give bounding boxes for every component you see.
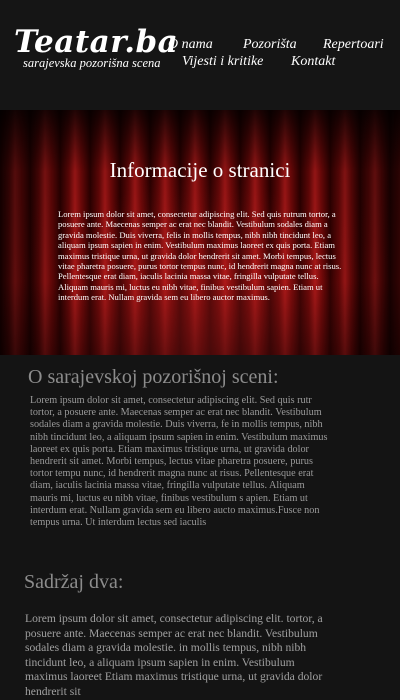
site-logo[interactable]: Teatar.ba sarajevska pozorišna scena — [14, 24, 179, 71]
nav-link-kontakt[interactable]: Kontakt — [291, 54, 335, 70]
site-header: Teatar.ba sarajevska pozorišna scena O n… — [0, 0, 400, 110]
hero-title: Informacije o stranici — [109, 158, 291, 182]
logo-subtitle: sarajevska pozorišna scena — [23, 56, 161, 70]
nav-link-repertoari[interactable]: Repertoari — [323, 37, 384, 53]
section1-text: Lorem ipsum dolor sit amet, consectetur … — [30, 395, 328, 529]
hero-banner: Informacije o stranici Lorem ipsum dolor… — [0, 110, 400, 355]
nav-link-o-nama[interactable]: O nama — [168, 37, 213, 53]
section2-title: Sadržaj dva: — [24, 571, 124, 593]
logo-title: Teatar.ba — [14, 24, 179, 60]
hero-text: Lorem ipsum dolor sit amet, consectetur … — [58, 209, 342, 303]
section1-title: O sarajevskoj pozorišnoj sceni: — [28, 366, 279, 388]
nav-link-pozorista[interactable]: Pozorišta — [243, 37, 297, 53]
nav-link-vijesti-i-kritike[interactable]: Vijesti i kritike — [182, 54, 263, 70]
section2-text: Lorem ipsum dolor sit amet, consectetur … — [25, 612, 323, 698]
